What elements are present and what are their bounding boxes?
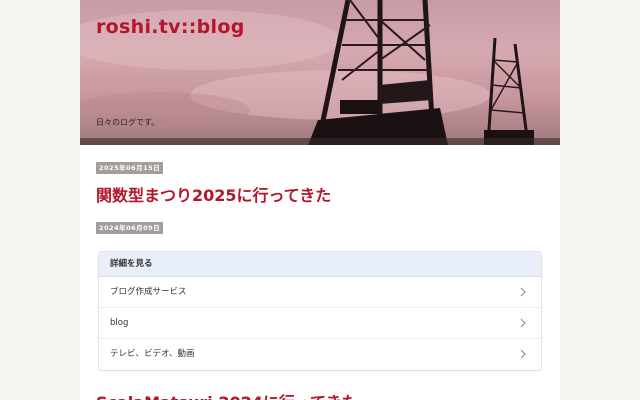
entry-date-badge: 2025年06月15日 bbox=[96, 162, 164, 174]
entry-title[interactable]: 関数型まつり2025に行ってきた bbox=[96, 182, 331, 206]
chevron-right-icon bbox=[520, 349, 526, 359]
card-heading: 詳細を見る bbox=[99, 252, 541, 277]
card-link-item[interactable]: ブログ作成サービス bbox=[99, 277, 541, 308]
site-title[interactable]: roshi.tv::blog bbox=[96, 16, 245, 38]
page-column: roshi.tv::blog 日々のログです。 2025年06月15日 関数型ま… bbox=[80, 0, 560, 400]
entry-title[interactable]: ScalaMatsuri 2024に行ってきた bbox=[96, 389, 358, 400]
entry-date-badge: 2024年06月09日 bbox=[96, 222, 164, 234]
chevron-right-icon bbox=[520, 287, 526, 297]
related-links-card: 詳細を見る ブログ作成サービス blog テレビ、ビデオ、動画 bbox=[98, 251, 542, 371]
site-header: roshi.tv::blog 日々のログです。 bbox=[80, 0, 560, 145]
site-description: 日々のログです。 bbox=[96, 118, 160, 127]
card-link-item[interactable]: blog bbox=[99, 308, 541, 339]
card-link-label: blog bbox=[110, 318, 129, 328]
card-link-label: ブログ作成サービス bbox=[110, 287, 187, 297]
card-link-item[interactable]: テレビ、ビデオ、動画 bbox=[99, 339, 541, 369]
chevron-right-icon bbox=[520, 318, 526, 328]
card-link-label: テレビ、ビデオ、動画 bbox=[110, 349, 195, 359]
